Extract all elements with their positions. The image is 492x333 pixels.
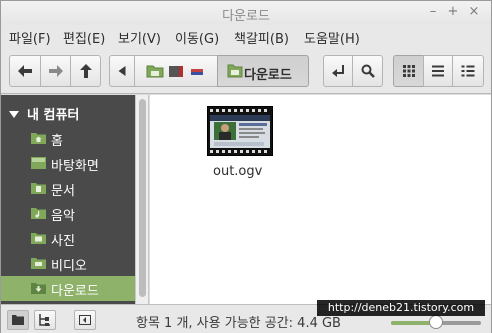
film-strip-icon — [208, 107, 272, 155]
expander-down-icon — [9, 111, 19, 118]
menu-bookmarks[interactable]: 책갈피(B) — [234, 28, 289, 47]
menu-view[interactable]: 보기(V) — [118, 28, 161, 47]
breadcrumb-home[interactable] — [134, 55, 218, 87]
menu-go[interactable]: 이동(G) — [175, 28, 219, 47]
sidebar-item-documents[interactable]: 문서 — [1, 176, 135, 201]
videos-folder-icon — [31, 258, 46, 269]
sidebar-item-label: 문서 — [51, 184, 75, 199]
search-button[interactable] — [352, 55, 383, 87]
menu-bar: 파일(F) 편집(E) 보기(V) 이동(G) 책갈피(B) 도움말(H) — [1, 25, 491, 49]
arrow-left-icon — [18, 65, 32, 77]
sidebar-item-label: 홈 — [51, 134, 63, 149]
search-icon — [361, 64, 375, 78]
title-bar[interactable]: 다운로드 – + × — [1, 1, 491, 25]
sidebar-item-label: 음악 — [51, 209, 75, 224]
file-name-label[interactable]: out.ogv — [213, 164, 262, 179]
list-view-button[interactable] — [423, 55, 453, 87]
sidebar-item-label: 다운로드 — [51, 284, 99, 299]
show-places-button[interactable] — [7, 310, 29, 330]
sidebar-item-videos[interactable]: 비디오 — [1, 251, 135, 276]
toolbar: 다운로드 — [1, 49, 491, 94]
show-treeview-button[interactable] — [34, 310, 56, 330]
sidebar-item-pictures[interactable]: 사진 — [1, 226, 135, 251]
menu-edit[interactable]: 편집(E) — [63, 28, 105, 47]
toggle-location-button[interactable] — [323, 55, 353, 87]
watermark-label: http://deneb21.tistory.com — [317, 300, 485, 316]
sidebar-item-downloads[interactable]: 다운로드 — [1, 276, 135, 301]
sidebar-item-music[interactable]: 음악 — [1, 201, 135, 226]
menu-help[interactable]: 도움말(H) — [304, 28, 360, 47]
documents-folder-icon — [31, 183, 46, 194]
video-thumbnail-icon[interactable] — [207, 106, 273, 156]
icon-view-button[interactable] — [393, 55, 424, 87]
desktop-icon — [31, 157, 46, 169]
up-button[interactable] — [70, 55, 101, 87]
forward-button[interactable] — [40, 55, 71, 87]
breadcrumb-scroll-left[interactable] — [109, 55, 135, 87]
scrollbar-thumb[interactable] — [139, 99, 146, 297]
sidebar-scrollbar[interactable] — [135, 95, 149, 304]
sidebar-item-desktop[interactable]: 바탕화면 — [1, 151, 135, 176]
sidebar-item-label: 바탕화면 — [51, 159, 99, 174]
file-manager-window: 다운로드 – + × 파일(F) 편집(E) 보기(V) 이동(G) 책갈피(B… — [0, 0, 492, 333]
arrow-up-icon — [79, 64, 92, 78]
zoom-slider-handle[interactable] — [429, 315, 443, 329]
pictures-folder-icon — [31, 233, 46, 244]
list-view-icon — [432, 65, 444, 77]
sidebar-heading[interactable]: 내 컴퓨터 — [9, 104, 79, 123]
location-toggle-icon — [332, 65, 344, 77]
downloads-folder-icon — [227, 64, 243, 78]
home-folder-icon — [146, 65, 203, 78]
menu-file[interactable]: 파일(F) — [9, 28, 51, 47]
places-folder-icon — [12, 315, 24, 325]
sidebar-item-label: 사진 — [51, 234, 75, 249]
back-button[interactable] — [9, 55, 41, 87]
sidebar-item-home[interactable]: 홈 — [1, 126, 135, 151]
minimize-icon[interactable]: – — [426, 5, 440, 19]
music-folder-icon — [31, 208, 46, 219]
sidebar: 내 컴퓨터 홈 바탕화면 문서 음악 사진 비디오 다운로드 — [1, 95, 135, 304]
tree-view-icon — [39, 314, 50, 326]
chevron-left-icon — [118, 66, 126, 76]
breadcrumb-current-label: 다운로드 — [244, 68, 292, 83]
sidebar-toggle-icon — [79, 315, 91, 325]
close-icon[interactable]: × — [467, 5, 481, 19]
maximize-icon[interactable]: + — [446, 5, 460, 19]
hide-sidebar-button[interactable] — [74, 310, 96, 330]
window-title: 다운로드 — [222, 9, 270, 24]
sidebar-heading-label: 내 컴퓨터 — [27, 108, 80, 123]
grid-view-icon — [402, 65, 415, 77]
compact-view-button[interactable] — [452, 55, 484, 87]
home-folder-icon — [31, 133, 46, 144]
file-view[interactable]: out.ogv — [150, 95, 491, 304]
downloads-folder-icon — [31, 283, 46, 294]
arrow-right-icon — [48, 65, 63, 77]
sidebar-item-label: 비디오 — [51, 259, 87, 274]
compact-view-icon — [461, 65, 475, 77]
status-text: 항목 1 개, 사용 가능한 공간: 4.4 GB — [136, 316, 341, 331]
